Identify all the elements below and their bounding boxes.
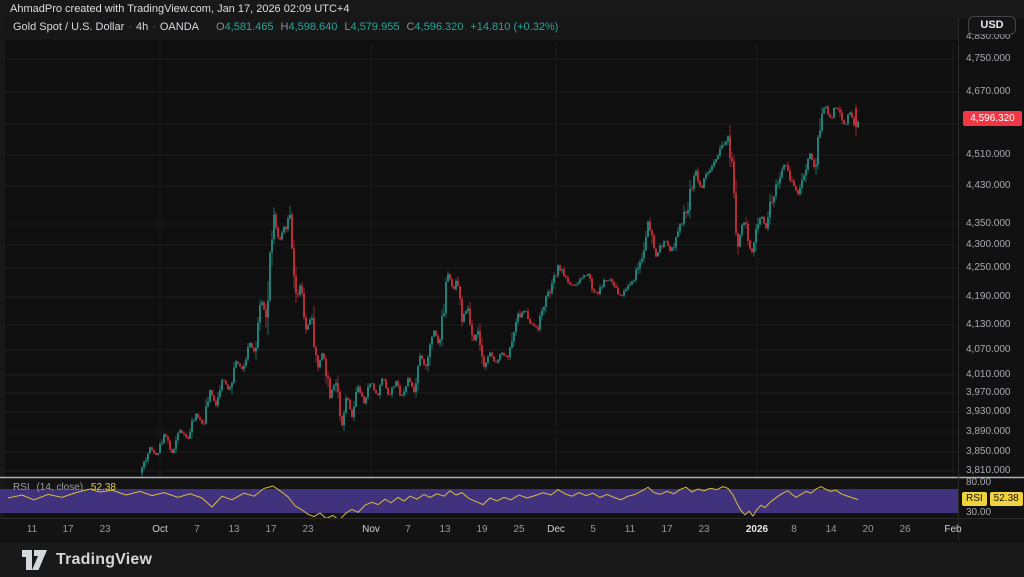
last-price-label: 4,596.320 — [963, 111, 1022, 126]
price-tick-label: 4,750.000 — [966, 53, 1011, 65]
price-tick-label: 4,350.000 — [966, 218, 1011, 230]
price-tick-label: 4,190.000 — [966, 291, 1011, 303]
price-tick-label: 3,930.000 — [966, 406, 1011, 418]
attribution-text: AhmadPro created with TradingView.com, J… — [10, 3, 349, 15]
price-tick-label: 4,070.000 — [966, 344, 1011, 356]
change-value: +14.810 (+0.32%) — [470, 21, 558, 33]
ohlc-values: O4,581.465H4,598.640L4,579.955C4,596.320… — [209, 21, 558, 33]
exchange-label: OANDA — [160, 21, 199, 33]
rsi-level-label: 80.00 — [966, 477, 991, 489]
symbol-name: Gold Spot / U.S. Dollar — [13, 21, 124, 33]
time-tick-label: 13 — [228, 524, 239, 536]
time-tick-label: Dec — [547, 524, 565, 536]
rsi-level-label: 30.00 — [966, 507, 991, 519]
time-tick-label: 23 — [99, 524, 110, 536]
rsi-value-label: 52.38 — [990, 492, 1023, 506]
time-tick-label: Nov — [362, 524, 380, 536]
symbol-legend[interactable]: Gold Spot / U.S. Dollar · 4h · OANDA O4,581.4… — [13, 21, 558, 33]
attribution-bar: AhmadPro created with TradingView.com, J… — [10, 2, 349, 16]
time-tick-label: 23 — [302, 524, 313, 536]
bottom-bar: TradingView — [0, 541, 1024, 577]
rsi-legend-value: 52.38 — [91, 482, 116, 493]
price-tick-label: 4,430.000 — [966, 180, 1011, 192]
price-tick-label: 3,850.000 — [966, 446, 1011, 458]
time-tick-label: 5 — [590, 524, 596, 536]
open-label: O — [216, 21, 225, 33]
time-tick-label: 14 — [825, 524, 836, 536]
time-tick-label: 7 — [405, 524, 411, 536]
time-tick-label: 26 — [899, 524, 910, 536]
time-tick-label: Oct — [152, 524, 168, 536]
time-tick-label: 17 — [661, 524, 672, 536]
high-value: 4,598.640 — [288, 21, 337, 33]
tradingview-brand-text: TradingView — [56, 551, 152, 569]
legend-separator: · — [152, 21, 156, 33]
time-tick-label: 8 — [791, 524, 797, 536]
chart-canvas[interactable] — [0, 0, 1024, 577]
rsi-badge: RSI — [962, 492, 987, 506]
time-tick-label: 13 — [439, 524, 450, 536]
price-tick-label: 4,130.000 — [966, 319, 1011, 331]
rsi-params: (14, close) — [36, 482, 83, 493]
rsi-axis-labels: RSI 52.38 — [962, 492, 1023, 506]
close-value: 4,596.320 — [414, 21, 463, 33]
tradingview-chart-screenshot: AhmadPro created with TradingView.com, J… — [0, 0, 1024, 577]
price-tick-label: 4,510.000 — [966, 149, 1011, 161]
time-tick-label: 2026 — [746, 524, 768, 536]
price-tick-label: 4,250.000 — [966, 262, 1011, 274]
tradingview-logo[interactable]: TradingView — [22, 550, 152, 570]
open-value: 4,581.465 — [225, 21, 274, 33]
rsi-indicator-legend[interactable]: RSI (14, close) 52.38 — [13, 482, 116, 493]
interval-label: 4h — [136, 21, 148, 33]
price-tick-label: 3,970.000 — [966, 387, 1011, 399]
legend-separator: · — [128, 21, 132, 33]
rsi-name: RSI — [13, 482, 30, 493]
low-value: 4,579.955 — [351, 21, 400, 33]
time-tick-label: 11 — [625, 524, 635, 536]
price-tick-label: 3,810.000 — [966, 465, 1011, 477]
time-tick-label: Feb — [944, 524, 961, 536]
price-tick-label: 4,300.000 — [966, 239, 1011, 251]
tradingview-logo-icon — [22, 550, 48, 570]
time-tick-label: 19 — [476, 524, 487, 536]
time-tick-label: 25 — [513, 524, 524, 536]
time-tick-label: 23 — [698, 524, 709, 536]
time-tick-label: 7 — [194, 524, 200, 536]
price-tick-label: 3,890.000 — [966, 426, 1011, 438]
time-tick-label: 17 — [62, 524, 73, 536]
time-tick-label: 17 — [265, 524, 276, 536]
price-tick-label: 4,010.000 — [966, 369, 1011, 381]
currency-toggle-button[interactable]: USD — [968, 16, 1016, 35]
price-tick-label: 4,670.000 — [966, 86, 1011, 98]
time-tick-label: 20 — [862, 524, 873, 536]
time-tick-label: 11 — [27, 524, 37, 536]
